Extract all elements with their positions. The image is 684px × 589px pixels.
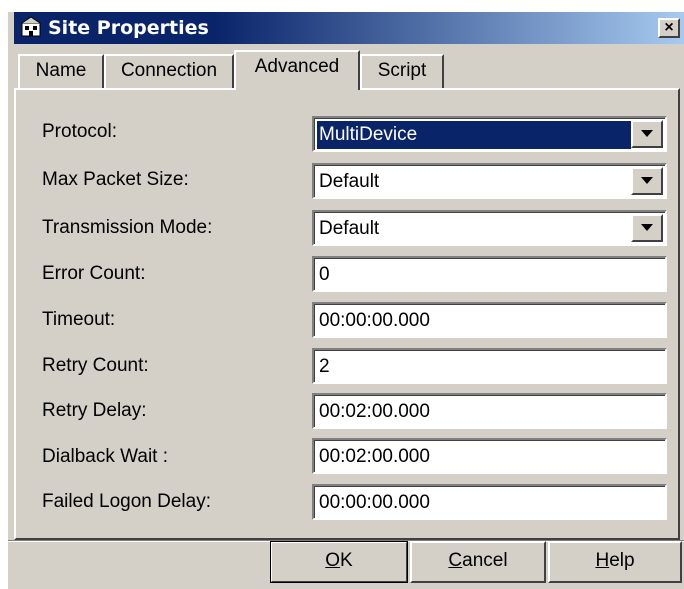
tab-connection[interactable]: Connection bbox=[104, 54, 234, 88]
tab-name[interactable]: Name bbox=[18, 54, 104, 88]
tab-label: Script bbox=[377, 60, 427, 81]
advanced-panel bbox=[14, 88, 680, 540]
cancel-mnemonic: C bbox=[448, 550, 463, 571]
tab-label: Connection bbox=[120, 60, 218, 81]
close-icon: × bbox=[664, 19, 674, 36]
cancel-label-rest: ancel bbox=[462, 550, 508, 571]
cancel-button[interactable]: Cancel bbox=[410, 541, 546, 583]
tab-label: Advanced bbox=[254, 56, 340, 77]
ok-label-rest: K bbox=[340, 550, 353, 571]
site-properties-dialog: Site Properties × Name Connection Advanc… bbox=[8, 12, 684, 589]
tab-label: Name bbox=[35, 60, 87, 81]
close-button[interactable]: × bbox=[658, 18, 680, 38]
help-label-rest: elp bbox=[609, 550, 635, 571]
ok-mnemonic: O bbox=[325, 550, 341, 571]
help-mnemonic: H bbox=[595, 550, 610, 571]
window-title: Site Properties bbox=[48, 17, 209, 39]
title-bar[interactable]: Site Properties × bbox=[14, 12, 684, 44]
site-properties-icon bbox=[21, 16, 41, 37]
tab-script[interactable]: Script bbox=[360, 54, 444, 88]
tab-advanced[interactable]: Advanced bbox=[234, 50, 360, 90]
help-button[interactable]: Help bbox=[548, 541, 682, 583]
ok-button[interactable]: OK bbox=[270, 541, 408, 583]
